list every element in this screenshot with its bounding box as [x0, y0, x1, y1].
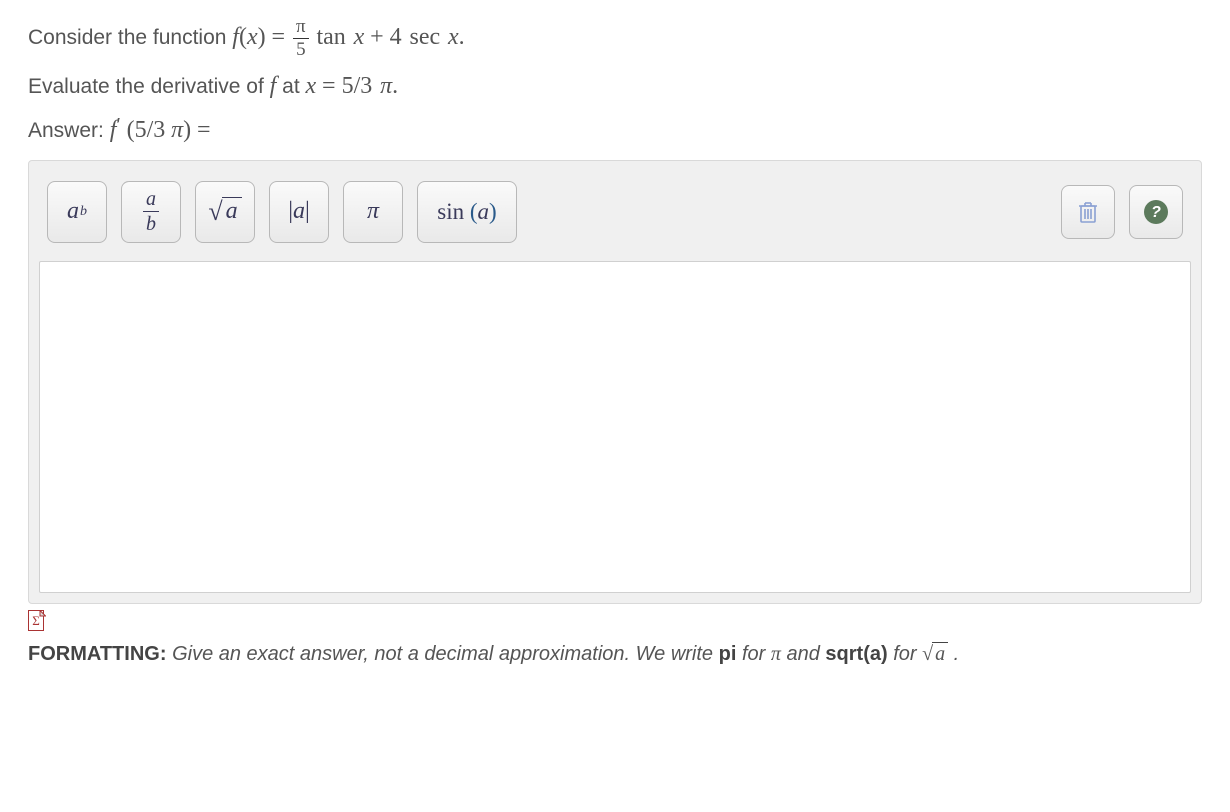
exp-base: a [67, 198, 79, 225]
help-button[interactable]: ? [1129, 185, 1183, 239]
help-icon: ? [1142, 198, 1170, 226]
frac-num: a [143, 187, 159, 212]
radical-icon: √ [208, 197, 222, 227]
equation-editor-toggle[interactable]: Σ [28, 610, 1202, 637]
text: for [893, 643, 922, 665]
fraction-numerator: π [293, 16, 309, 39]
fraction-button[interactable]: a b [121, 181, 181, 243]
frac-den: b [143, 212, 159, 236]
math-pi: π [380, 73, 392, 99]
fraction-denominator: 5 [293, 39, 309, 61]
pi-button[interactable]: π [343, 181, 403, 243]
problem-line-2: Evaluate the derivative of f at x = 5/3 … [28, 67, 1202, 105]
math-plus: + [370, 24, 390, 50]
formatting-note: FORMATTING: Give an exact answer, not a … [28, 643, 1202, 666]
period: . [954, 643, 960, 665]
sigma-page-icon: Σ [28, 610, 46, 632]
pi-symbol: π [771, 643, 781, 665]
math-eq: = [271, 24, 291, 50]
text: Answer: [28, 119, 110, 142]
text: Evaluate the derivative of [28, 75, 270, 98]
math-eq: = [197, 117, 211, 143]
problem-line-3: Answer: f′ (5/3 π) = [28, 111, 1202, 149]
math-paren: ( [127, 117, 135, 143]
sqrt-code: sqrt(a) [825, 643, 887, 665]
svg-text:Σ: Σ [32, 613, 40, 628]
text: Give an exact answer, not a decimal appr… [172, 643, 719, 665]
pi-icon: π [367, 198, 379, 225]
sqrt-symbol: √a [922, 643, 948, 665]
math-x: x [448, 24, 459, 50]
math-paren: ) [258, 24, 266, 50]
math-4: 4 [390, 24, 402, 50]
abs-button[interactable]: |a| [269, 181, 329, 243]
text: at [282, 75, 305, 98]
trash-icon [1075, 198, 1101, 226]
period: . [459, 24, 465, 50]
math-x: x [306, 73, 317, 99]
trig-button[interactable]: sin (a) [417, 181, 517, 243]
math-x: x [247, 24, 258, 50]
formatting-label: FORMATTING: [28, 643, 167, 665]
math-val: 5/3 [135, 117, 166, 143]
clear-button[interactable] [1061, 185, 1115, 239]
math-paren: ( [239, 24, 247, 50]
period: . [392, 73, 398, 99]
text: and [786, 643, 825, 665]
exponent-button[interactable]: ab [47, 181, 107, 243]
abs-arg: a [293, 198, 305, 225]
sqrt-button[interactable]: √a [195, 181, 255, 243]
problem-line-1: Consider the function f(x) = π 5 tan x +… [28, 16, 1202, 61]
sqrt-arg: a [222, 197, 242, 225]
answer-input[interactable] [39, 261, 1191, 593]
math-editor-panel: ab a b √a |a| π sin (a) [28, 160, 1202, 604]
sin-arg: a [478, 199, 490, 225]
sin-label: sin [437, 199, 464, 225]
math-pi: π [171, 117, 183, 143]
math-x: x [354, 24, 365, 50]
math-eq: = [322, 73, 342, 99]
math-toolbar: ab a b √a |a| π sin (a) [29, 161, 1201, 261]
math-prime: ′ [116, 114, 120, 136]
math-tan: tan [316, 24, 345, 50]
svg-text:?: ? [1151, 204, 1161, 221]
pi-code: pi [719, 643, 737, 665]
math-f: f [270, 73, 277, 99]
math-fraction: π 5 [291, 16, 311, 61]
math-f: f [232, 24, 239, 50]
math-paren: ) [183, 117, 191, 143]
text: for [742, 643, 771, 665]
text: Consider the function [28, 26, 232, 49]
exp-sup: b [80, 204, 87, 220]
math-val: 5/3 [342, 73, 373, 99]
math-sec: sec [410, 24, 441, 50]
sqrt-arg: a [932, 642, 948, 665]
